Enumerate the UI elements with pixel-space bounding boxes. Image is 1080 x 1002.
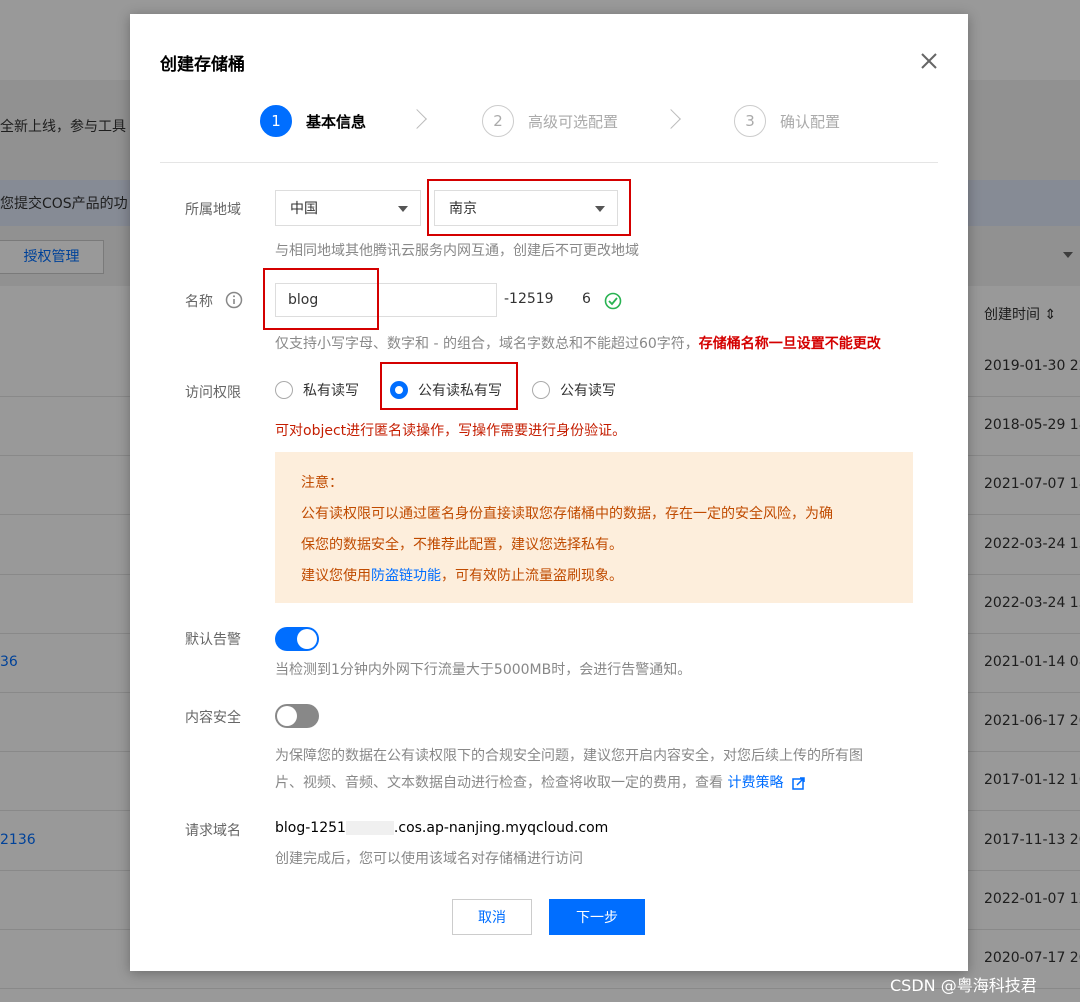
domain-suffix: .cos.ap-nanjing.myqcloud.com [393,820,609,836]
notice-title: 注意： [301,475,343,491]
external-link-icon[interactable] [792,776,805,790]
chevron-down-icon [398,206,408,212]
step-number: 3 [734,105,766,137]
radio-circle [532,381,550,399]
access-warning: 可对object进行匿名读操作，写操作需要进行身份验证。 [275,423,627,439]
step-number: 2 [482,105,514,137]
access-label: 访问权限 [185,385,241,401]
name-help: 仅支持小写字母、数字和 - 的组合，域名字数总和不能超过60字符，存储桶名称一旦… [275,333,881,353]
alert-toggle[interactable] [275,627,319,651]
content-security-help-text: 片、视频、音频、文本数据自动进行检查，检查将收取一定的费用，查看 [275,775,728,791]
domain-value: blog-1251 .cos.ap-nanjing.myqcloud.com [275,820,608,836]
create-bucket-dialog: 创建存储桶 1 基本信息 2 高级可选配置 3 确认配置 所属地域 中国 南京 … [130,14,968,971]
hotlink-protection-link[interactable]: 防盗链功能 [371,568,441,584]
step-label: 高级可选配置 [528,112,619,131]
step-confirm-config: 3 确认配置 [734,104,840,138]
region-help: 与相同地域其他腾讯云服务内网互通，创建后不可更改地域 [275,243,639,259]
radio-public-rw[interactable]: 公有读写 [532,380,616,400]
highlight-box [427,179,631,236]
name-help-text: 仅支持小写字母、数字和 - 的组合，域名字数总和不能超过60字符， [275,336,699,352]
radio-circle [275,381,293,399]
highlight-box [263,268,379,330]
content-security-help: 片、视频、音频、文本数据自动进行检查，检查将收取一定的费用，查看 计费策略 [275,772,805,792]
step-number: 1 [260,105,292,137]
cancel-button[interactable]: 取消 [452,899,532,935]
content-security-help: 为保障您的数据在公有读权限下的合规安全问题，建议您开启内容安全，对您后续上传的所… [275,748,863,764]
step-label: 确认配置 [780,112,841,131]
region-label: 所属地域 [185,202,241,218]
content-security-label: 内容安全 [185,710,241,726]
redacted-region [345,821,394,835]
divider [160,162,938,163]
domain-help: 创建完成后，您可以使用该域名对存储桶进行访问 [275,851,583,867]
step-basic-info: 1 基本信息 [260,104,366,138]
billing-policy-link[interactable]: 计费策略 [727,775,783,791]
notice-line: 公有读权限可以通过匿名身份直接读取您存储桶中的数据，存在一定的安全风险，为确 [301,506,833,522]
radio-label: 公有读写 [560,383,616,399]
alert-help: 当检测到1分钟内外网下行流量大于5000MB时，会进行告警通知。 [275,662,692,678]
notice-text: 建议您使用 [301,568,371,584]
notice-line: 建议您使用防盗链功能，可有效防止流量盗刷现象。 [301,565,623,585]
alert-label: 默认告警 [185,632,241,648]
step-indicator: 1 基本信息 2 高级可选配置 3 确认配置 [260,104,860,138]
domain-label: 请求域名 [185,823,241,839]
radio-label: 私有读写 [303,383,359,399]
watermark: CSDN @粤海科技君 [890,976,1037,995]
notice-text: ，可有效防止流量盗刷现象。 [441,568,623,584]
check-circle-icon [604,292,622,310]
chevron-right-icon [407,109,427,129]
name-label: 名称 [185,294,213,310]
app-id-suffix-end: 6 [582,291,591,307]
app-id-suffix: -12519 [504,291,554,307]
highlight-box [380,362,518,410]
content-security-toggle[interactable] [275,704,319,728]
chevron-right-icon [661,109,681,129]
toggle-knob [297,629,317,649]
dialog-title: 创建存储桶 [160,55,245,75]
close-icon[interactable] [918,50,940,72]
radio-private-rw[interactable]: 私有读写 [275,380,359,400]
toggle-knob [277,706,297,726]
notice-line: 保您的数据安全，不推荐此配置，建议您选择私有。 [301,537,623,553]
info-icon[interactable] [225,291,243,309]
name-help-warning: 存储桶名称一旦设置不能更改 [698,336,881,352]
country-select[interactable]: 中国 [275,190,421,226]
next-step-button[interactable]: 下一步 [549,899,645,935]
country-value: 中国 [290,201,318,217]
security-notice: 注意： 公有读权限可以通过匿名身份直接读取您存储桶中的数据，存在一定的安全风险，… [275,452,913,603]
step-label: 基本信息 [306,112,367,131]
domain-prefix: blog-1251 [275,820,346,836]
step-advanced-config: 2 高级可选配置 [482,104,618,138]
